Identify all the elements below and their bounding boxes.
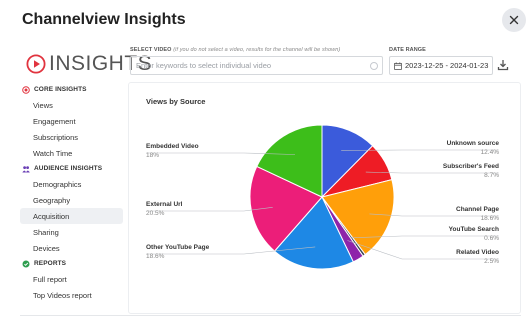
- slice-label-unknown-source: Unknown source 12.4%: [446, 140, 499, 156]
- slice-label-embedded-video: Embedded Video 18%: [146, 143, 199, 159]
- slice-label-youtube-search: YouTube Search 0.6%: [448, 226, 499, 242]
- slice-label-other-youtube-page: Other YouTube Page 18.6%: [146, 244, 210, 260]
- slice-label-subscribers-feed: Subscriber's Feed 8.7%: [442, 163, 499, 179]
- divider: [20, 315, 521, 316]
- pie-chart: [146, 124, 499, 270]
- slice-label-channel-page: Channel Page 18.6%: [456, 206, 499, 222]
- slice-label-related-video: Related Video 2.5%: [456, 249, 499, 265]
- slice-label-external-url: External Url 20.5%: [146, 201, 183, 217]
